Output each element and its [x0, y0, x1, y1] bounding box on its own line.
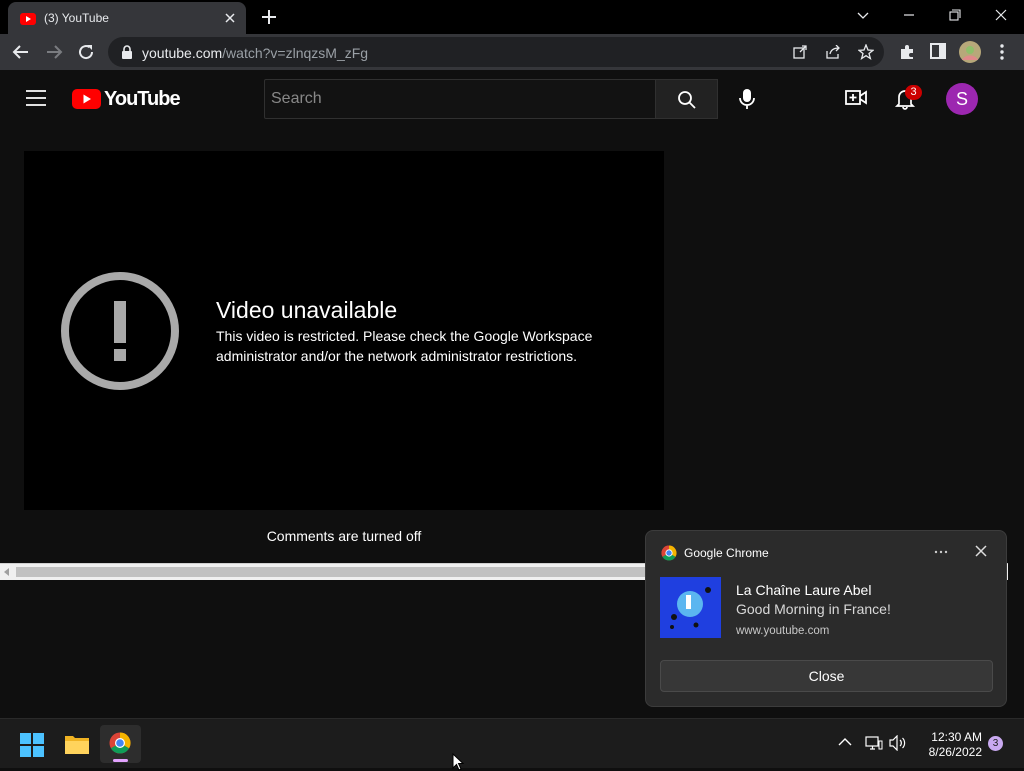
search-icon	[677, 90, 697, 110]
youtube-masthead: YouTube 3 S	[0, 70, 1024, 128]
share-icon[interactable]	[825, 45, 841, 59]
search-button[interactable]	[655, 79, 718, 119]
clock-date: 8/26/2022	[928, 745, 982, 759]
search-input[interactable]	[265, 80, 655, 118]
microphone-icon[interactable]	[739, 88, 755, 110]
youtube-favicon-icon	[20, 11, 36, 27]
video-player[interactable]: Video unavailable This video is restrict…	[24, 151, 664, 510]
restore-icon[interactable]	[941, 6, 969, 26]
bookmark-star-icon[interactable]	[858, 44, 874, 60]
forward-icon[interactable]	[45, 43, 63, 61]
channel-avatar-image	[660, 577, 721, 638]
back-icon[interactable]	[12, 43, 30, 61]
tab-search-icon[interactable]	[849, 6, 877, 26]
open-in-app-icon[interactable]	[793, 45, 807, 59]
lock-icon[interactable]	[121, 45, 133, 59]
notification-body: Good Morning in France!	[736, 601, 891, 617]
error-message: This video is restricted. Please check t…	[216, 328, 593, 364]
minimize-icon[interactable]	[895, 6, 923, 26]
close-window-icon[interactable]	[987, 6, 1015, 26]
volume-icon[interactable]	[889, 735, 907, 751]
tab-title: (3) YouTube	[44, 11, 109, 25]
clock-time: 12:30 AM	[931, 730, 982, 744]
active-app-indicator	[113, 759, 128, 762]
reload-icon[interactable]	[77, 43, 95, 61]
profile-avatar[interactable]	[958, 40, 982, 64]
guide-menu-icon[interactable]	[26, 90, 46, 106]
youtube-logo-text: YouTube	[104, 88, 181, 110]
comments-status: Comments are turned off	[266, 528, 422, 544]
browser-tab-strip: (3) YouTube	[0, 0, 1024, 34]
alert-exclamation-icon	[60, 271, 180, 391]
scroll-left-arrow-icon[interactable]	[3, 568, 11, 576]
show-hidden-icons-chevron-icon[interactable]	[838, 737, 852, 747]
notification-count-badge: 3	[905, 85, 922, 100]
chrome-taskbar-icon	[109, 732, 131, 754]
create-video-icon[interactable]	[845, 89, 867, 107]
chrome-taskbar-button[interactable]	[100, 725, 141, 763]
notification-sender: La Chaîne Laure Abel	[736, 582, 872, 598]
chrome-logo-icon	[661, 545, 677, 561]
file-explorer-icon[interactable]	[64, 733, 90, 755]
side-panel-icon[interactable]	[930, 43, 946, 59]
search-box[interactable]	[264, 79, 656, 119]
taskbar-clock[interactable]: 12:30 AM 8/26/2022	[918, 730, 982, 760]
extensions-puzzle-icon[interactable]	[898, 43, 916, 61]
address-bar[interactable]: youtube.com/watch?v=zlnqzsM_zFg	[108, 37, 884, 67]
notification-app-name: Google Chrome	[684, 546, 769, 560]
notification-center-badge[interactable]: 3	[988, 736, 1003, 751]
browser-tab[interactable]: (3) YouTube	[8, 2, 246, 34]
dismiss-notification-icon[interactable]	[974, 544, 988, 558]
chrome-menu-icon[interactable]	[994, 43, 1010, 61]
notification-source: www.youtube.com	[736, 625, 830, 637]
browser-toolbar: youtube.com/watch?v=zlnqzsM_zFg	[0, 34, 1024, 70]
new-tab-icon[interactable]	[260, 8, 278, 26]
network-icon[interactable]	[865, 735, 883, 751]
url-text: youtube.com/watch?v=zlnqzsM_zFg	[142, 45, 369, 61]
close-tab-icon[interactable]	[222, 10, 238, 26]
close-button[interactable]: Close	[660, 660, 993, 692]
mouse-cursor-icon	[452, 753, 464, 771]
more-options-icon[interactable]	[933, 544, 949, 560]
chrome-notification[interactable]: Google Chrome La Chaîne Laure Abel Good …	[645, 530, 1007, 707]
error-headline: Video unavailable	[216, 297, 398, 323]
start-windows-icon[interactable]	[20, 733, 44, 757]
windows-taskbar: 12:30 AM 8/26/2022 3	[0, 718, 1024, 771]
account-avatar[interactable]: S	[946, 83, 978, 115]
